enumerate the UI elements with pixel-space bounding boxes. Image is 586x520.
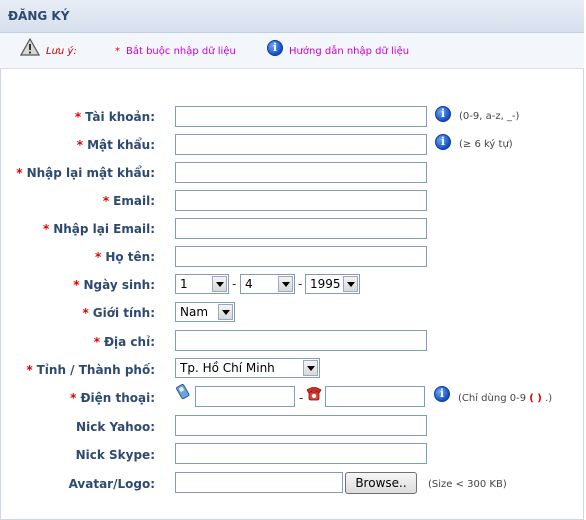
gender-select[interactable]: Nam: [175, 302, 235, 322]
password-hint: (≥ 6 ký tự): [459, 139, 513, 150]
panel-title: ĐĂNG KÝ: [8, 9, 70, 23]
yahoo-input[interactable]: [175, 415, 427, 436]
account-info-icon[interactable]: i: [435, 106, 451, 122]
chevron-down-icon: [212, 276, 227, 292]
confirm-password-label: * Nhập lại mật khẩu:: [16, 166, 155, 180]
birthday-label: * Ngày sinh:: [73, 278, 155, 292]
info-icon: i: [267, 40, 283, 56]
note-bar: Lưu ý: * Bắt buộc nhập dữ liệu i Hướng dẫ…: [0, 33, 584, 69]
phone-label: * Điện thoại:: [70, 391, 155, 405]
browse-button[interactable]: Browse..: [345, 472, 417, 494]
avatar-hint: (Size < 300 KB): [428, 479, 507, 490]
mobile-phone-icon: [176, 384, 190, 400]
birthday-day-select[interactable]: 1: [175, 274, 229, 294]
required-star: *: [115, 46, 120, 57]
landline-phone-input[interactable]: [325, 386, 425, 407]
note-label: Lưu ý:: [46, 46, 77, 57]
date-separator: -: [232, 277, 237, 291]
skype-input[interactable]: [175, 443, 427, 464]
fullname-input[interactable]: [175, 246, 427, 267]
panel-header: ĐĂNG KÝ: [0, 0, 584, 33]
email-input[interactable]: [175, 190, 427, 211]
yahoo-label: Nick Yahoo:: [76, 420, 155, 434]
account-input[interactable]: [175, 106, 427, 127]
password-label: * Mật khẩu:: [76, 138, 155, 152]
birthday-month-select[interactable]: 4: [240, 274, 295, 294]
date-separator: -: [298, 277, 303, 291]
chevron-down-icon: [218, 304, 233, 320]
birthday-year-select[interactable]: 1995: [305, 274, 360, 294]
skype-label: Nick Skype:: [75, 448, 155, 462]
chevron-down-icon: [343, 276, 358, 292]
landline-phone-icon: [306, 387, 322, 401]
gender-label: * Giới tính:: [82, 306, 155, 320]
fullname-label: * Họ tên:: [95, 250, 155, 264]
mobile-phone-input[interactable]: [195, 386, 295, 407]
address-input[interactable]: [175, 330, 427, 351]
confirm-password-input[interactable]: [175, 162, 427, 183]
phone-separator: -: [299, 391, 304, 405]
chevron-down-icon: [278, 276, 293, 292]
avatar-file-input[interactable]: [175, 472, 343, 493]
confirm-email-label: * Nhập lại Email:: [42, 222, 155, 236]
address-label: * Địa chỉ:: [93, 335, 155, 349]
phone-hint: (Chỉ dùng 0-9 ( ) .): [458, 393, 553, 404]
required-legend-text: Bắt buộc nhập dữ liệu: [126, 46, 236, 57]
account-label: * Tài khoản:: [74, 110, 155, 124]
avatar-label: Avatar/Logo:: [68, 477, 155, 491]
city-label: * Tỉnh / Thành phố:: [26, 363, 155, 377]
phone-info-icon[interactable]: i: [434, 386, 450, 402]
password-input[interactable]: [175, 134, 427, 155]
city-select[interactable]: Tp. Hồ Chí Minh: [175, 358, 320, 378]
account-hint: (0-9, a-z, _-): [459, 111, 520, 122]
email-label: * Email:: [102, 194, 155, 208]
confirm-email-input[interactable]: [175, 218, 427, 239]
help-legend-text: Hướng dẫn nhập dữ liệu: [289, 46, 410, 57]
chevron-down-icon: [303, 360, 318, 376]
required-legend: * Bắt buộc nhập dữ liệu: [115, 46, 236, 57]
password-info-icon[interactable]: i: [435, 134, 451, 150]
warning-icon: [20, 38, 40, 56]
